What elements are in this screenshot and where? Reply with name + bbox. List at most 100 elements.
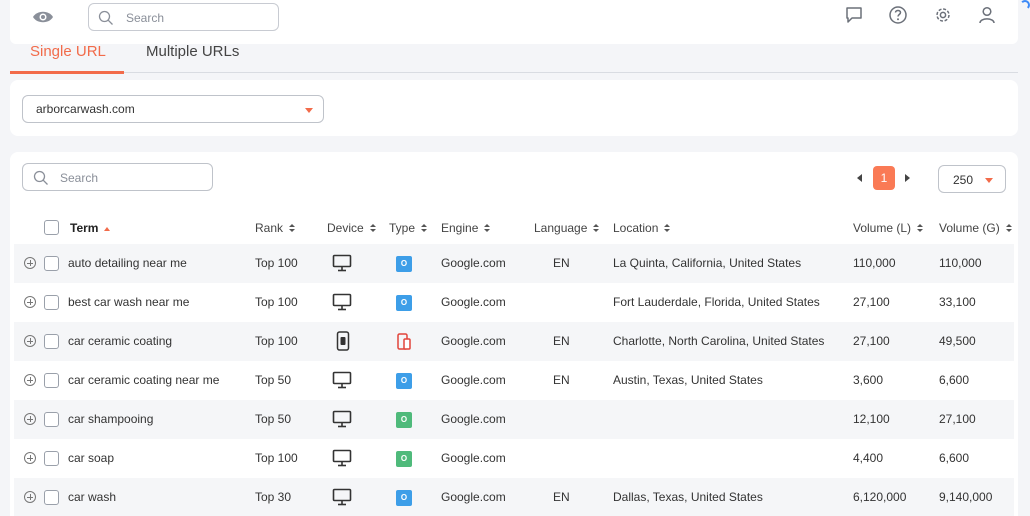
column-label: Location <box>613 221 659 235</box>
table-row[interactable]: car soap Top 100 O Google.com 4,400 6,60… <box>14 439 1014 478</box>
language-cell: EN <box>553 373 570 387</box>
prev-page-icon[interactable] <box>857 174 862 182</box>
column-header-type[interactable]: Type <box>389 221 428 235</box>
sort-icon <box>484 224 491 233</box>
location-cell: Charlotte, North Carolina, United States <box>613 334 825 348</box>
term-cell: car soap <box>68 451 115 465</box>
language-cell: EN <box>553 256 570 270</box>
row-checkbox[interactable] <box>44 451 59 466</box>
user-icon[interactable] <box>977 5 997 25</box>
local-type-icon: O <box>396 256 412 272</box>
column-label: Rank <box>255 221 284 235</box>
expand-row-icon[interactable] <box>24 413 36 425</box>
engine-cell: Google.com <box>441 295 506 309</box>
rank-cell: Top 100 <box>255 451 298 465</box>
location-cell: Dallas, Texas, United States <box>613 490 763 504</box>
volume-global-cell: 6,600 <box>939 373 970 387</box>
location-cell: Austin, Texas, United States <box>613 373 763 387</box>
sort-icon <box>664 224 671 233</box>
column-header-device[interactable]: Device <box>327 221 376 235</box>
eye-icon[interactable] <box>32 9 54 25</box>
volume-global-cell: 33,100 <box>939 295 976 309</box>
expand-row-icon[interactable] <box>24 374 36 386</box>
expand-row-icon[interactable] <box>24 452 36 464</box>
per-page-select[interactable]: 250 <box>938 165 1006 193</box>
row-checkbox[interactable] <box>44 412 59 427</box>
sort-icon <box>289 224 296 233</box>
engine-cell: Google.com <box>441 412 506 426</box>
local-type-icon: O <box>396 373 412 389</box>
gear-icon[interactable] <box>933 5 953 25</box>
column-header-location[interactable]: Location <box>613 221 671 235</box>
column-label: Volume (L) <box>853 221 912 235</box>
help-icon[interactable] <box>888 5 908 25</box>
search-icon <box>98 10 113 25</box>
global-search-input[interactable]: Search <box>88 3 279 31</box>
tab-multiple-urls[interactable]: Multiple URLs <box>146 43 239 60</box>
row-checkbox[interactable] <box>44 490 59 505</box>
engine-cell: Google.com <box>441 490 506 504</box>
url-dropdown-value: arborcarwash.com <box>36 102 135 116</box>
column-header-volume-global[interactable]: Volume (G) <box>939 221 1012 235</box>
table-row[interactable]: car ceramic coating near me Top 50 O Goo… <box>14 361 1014 400</box>
column-header-volume-local[interactable]: Volume (L) <box>853 221 924 235</box>
desktop-icon <box>332 410 352 428</box>
rank-cell: Top 100 <box>255 334 298 348</box>
next-page-icon[interactable] <box>905 174 910 182</box>
expand-row-icon[interactable] <box>24 491 36 503</box>
local-type-icon: O <box>396 295 412 311</box>
expand-row-icon[interactable] <box>24 335 36 347</box>
sort-icon <box>369 224 376 233</box>
rank-cell: Top 100 <box>255 256 298 270</box>
expand-row-icon[interactable] <box>24 257 36 269</box>
url-selector-card: arborcarwash.com <box>10 80 1018 136</box>
rank-cell: Top 50 <box>255 412 292 426</box>
sort-icon <box>593 224 600 233</box>
table-row[interactable]: auto detailing near me Top 100 O Google.… <box>14 244 1014 283</box>
volume-local-cell: 27,100 <box>853 295 890 309</box>
feedback-icon[interactable] <box>844 5 864 25</box>
row-checkbox[interactable] <box>44 256 59 271</box>
table-search-placeholder: Search <box>60 171 99 185</box>
desktop-icon <box>332 371 352 389</box>
url-dropdown[interactable]: arborcarwash.com <box>22 95 324 123</box>
term-cell: car wash <box>68 490 117 504</box>
sort-icon <box>1005 224 1012 233</box>
row-checkbox[interactable] <box>44 373 59 388</box>
language-cell: EN <box>553 490 570 504</box>
tab-single-url[interactable]: Single URL <box>30 43 106 60</box>
column-header-engine[interactable]: Engine <box>441 221 491 235</box>
rank-cell: Top 30 <box>255 490 292 504</box>
column-label: Engine <box>441 221 479 235</box>
per-page-value: 250 <box>953 173 974 187</box>
mobile-type-icon <box>397 333 411 350</box>
desktop-icon <box>332 449 352 467</box>
column-header-term[interactable]: Term <box>70 221 111 235</box>
search-placeholder: Search <box>126 11 165 25</box>
volume-global-cell: 9,140,000 <box>939 490 993 504</box>
rank-cell: Top 50 <box>255 373 292 387</box>
location-cell: La Quinta, California, United States <box>613 256 802 270</box>
organic-type-icon: O <box>396 412 412 428</box>
row-checkbox[interactable] <box>44 295 59 310</box>
url-mode-tabs: Single URL Multiple URLs <box>10 38 1018 74</box>
table-search-input[interactable]: Search <box>22 163 213 191</box>
column-header-rank[interactable]: Rank <box>255 221 296 235</box>
expand-row-icon[interactable] <box>24 296 36 308</box>
table-row[interactable]: car ceramic coating Top 100 Google.com E… <box>14 322 1014 361</box>
volume-global-cell: 49,500 <box>939 334 976 348</box>
desktop-icon <box>332 293 352 311</box>
volume-global-cell: 6,600 <box>939 451 970 465</box>
table-row[interactable]: car shampooing Top 50 O Google.com 12,10… <box>14 400 1014 439</box>
term-cell: car ceramic coating <box>68 334 173 348</box>
table-row[interactable]: car wash Top 30 O Google.com EN Dallas, … <box>14 478 1014 516</box>
loading-indicator-icon <box>1020 0 1030 10</box>
current-page-button[interactable]: 1 <box>873 166 895 190</box>
desktop-icon <box>332 488 352 506</box>
keywords-table-card: Search 1 250 Term Rank Device Type Engin… <box>10 152 1018 516</box>
table-row[interactable]: best car wash near me Top 100 O Google.c… <box>14 283 1014 322</box>
row-checkbox[interactable] <box>44 334 59 349</box>
column-header-language[interactable]: Language <box>534 221 600 235</box>
select-all-checkbox[interactable] <box>44 220 59 235</box>
engine-cell: Google.com <box>441 256 506 270</box>
